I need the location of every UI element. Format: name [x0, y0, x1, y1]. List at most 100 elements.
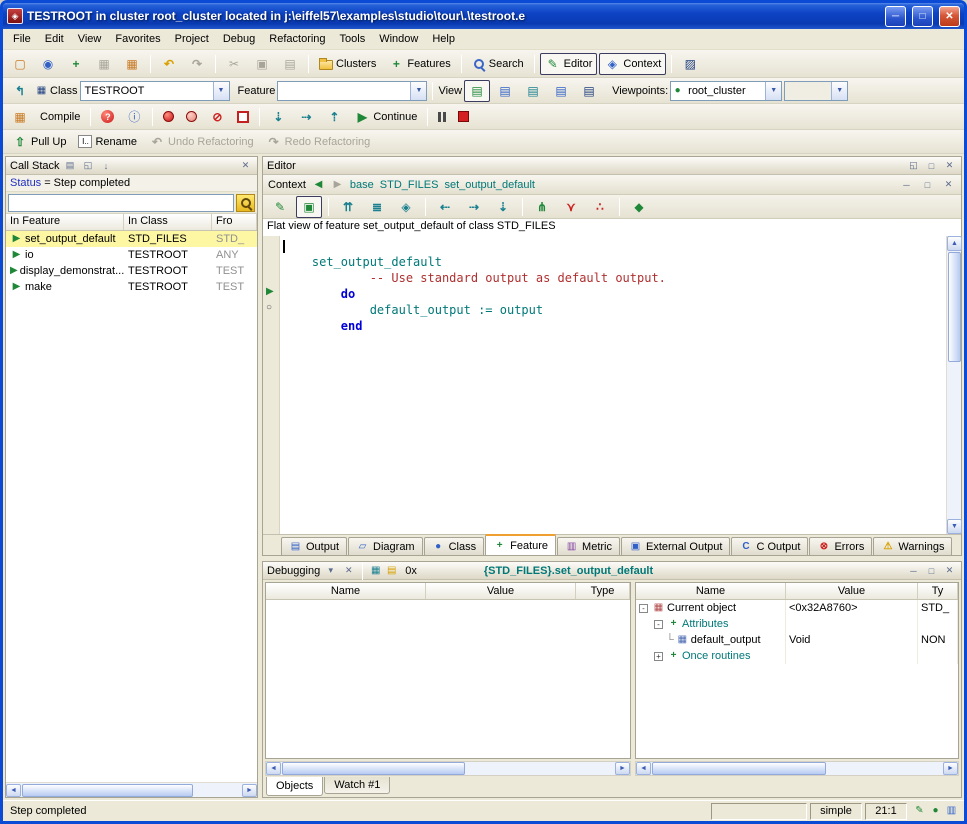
step-into-button[interactable]: ⇣: [265, 106, 291, 128]
tab-watch-1[interactable]: Watch #1: [324, 777, 390, 794]
call-stack-row[interactable]: ▶io TESTROOT ANY: [6, 247, 257, 263]
column-value[interactable]: Value: [426, 583, 576, 599]
menu-refactoring[interactable]: Refactoring: [262, 31, 332, 47]
menu-edit[interactable]: Edit: [38, 31, 71, 47]
object-tree-row[interactable]: └▦default_output Void NON: [636, 632, 958, 648]
context-tool-button[interactable]: ◈Context: [599, 53, 666, 75]
scrollbar-thumb[interactable]: [282, 762, 465, 775]
debug-run-button[interactable]: ?: [96, 106, 119, 128]
scroll-left-icon[interactable]: ◄: [636, 762, 651, 775]
step-out-button[interactable]: ⇡: [321, 106, 347, 128]
object-tree-row[interactable]: -+Attributes: [636, 616, 958, 632]
send-to-new-tool-button[interactable]: ↰: [7, 80, 33, 102]
editor-header[interactable]: Editor ◱ □ ✕: [263, 157, 961, 175]
callees-button[interactable]: ⇢: [461, 196, 487, 218]
close-icon[interactable]: ✕: [942, 564, 957, 578]
vertical-scrollbar[interactable]: ▲ ▼: [946, 236, 961, 534]
menu-window[interactable]: Window: [372, 31, 425, 47]
viewpoint-format-combo[interactable]: ▼: [784, 81, 848, 101]
menu-help[interactable]: Help: [425, 31, 462, 47]
compile-button[interactable]: Compile: [35, 106, 85, 128]
column-from[interactable]: Fro: [212, 214, 257, 230]
flat-view-button[interactable]: ≣: [364, 196, 390, 218]
maximize-icon[interactable]: □: [924, 564, 939, 578]
contract-view-button[interactable]: ◈: [393, 196, 419, 218]
class-combo[interactable]: TESTROOT ▼: [80, 81, 230, 101]
scroll-up-icon[interactable]: ▲: [947, 236, 962, 251]
view-interface-button[interactable]: ▤: [576, 80, 602, 102]
pause-button[interactable]: [433, 106, 451, 128]
menu-tools[interactable]: Tools: [333, 31, 373, 47]
scrollbar-thumb[interactable]: [948, 252, 961, 362]
remove-breakpoints-button[interactable]: ⊘: [204, 106, 230, 128]
implementers-button[interactable]: ⇣: [490, 196, 516, 218]
scrollbar-track[interactable]: [947, 251, 961, 519]
hex-format-button[interactable]: 0x: [401, 563, 421, 578]
editor-gutter[interactable]: ▶ ○: [263, 236, 280, 534]
collapse-expander[interactable]: -: [639, 604, 648, 613]
object-tree-row[interactable]: ++Once routines: [636, 648, 958, 664]
system-info-button[interactable]: ⓘ: [121, 106, 147, 128]
redo-refactoring-button[interactable]: ↷Redo Refactoring: [261, 131, 376, 153]
titlebar[interactable]: ◈ TESTROOT in cluster root_cluster locat…: [3, 3, 964, 29]
view-flat-button[interactable]: ▤: [520, 80, 546, 102]
breadcrumb-class[interactable]: STD_FILES: [380, 179, 439, 191]
maximize-icon[interactable]: □: [924, 159, 939, 173]
ancestor-versions-button[interactable]: ⇈: [335, 196, 361, 218]
menu-view[interactable]: View: [71, 31, 109, 47]
callers-button[interactable]: ⇠: [432, 196, 458, 218]
column-type[interactable]: Ty: [918, 583, 958, 599]
editor-tool-button[interactable]: ✎Editor: [540, 53, 598, 75]
call-stack-row[interactable]: ▶set_output_default STD_FILES STD_: [6, 231, 257, 247]
open-in-new-editor-button[interactable]: ▣: [296, 196, 322, 218]
close-icon[interactable]: ✕: [238, 159, 253, 173]
history-forward-icon[interactable]: ▶: [331, 178, 344, 191]
history-back-icon[interactable]: ◀: [312, 178, 325, 191]
clusters-button[interactable]: Clusters: [314, 53, 381, 75]
redo-button[interactable]: ↷: [184, 53, 210, 75]
memory-usage-icon[interactable]: ▥: [945, 805, 958, 818]
scrollbar-track[interactable]: [281, 762, 615, 775]
call-stack-row[interactable]: ▶display_demonstrat... TESTROOT TEST: [6, 263, 257, 279]
call-stack-filter-input[interactable]: [8, 194, 234, 212]
view-editor-button[interactable]: ▤: [464, 80, 490, 102]
object-tree-row[interactable]: -▦Current object <0x32A8760> STD_: [636, 600, 958, 616]
dropdown-arrow-icon[interactable]: ▼: [410, 82, 426, 100]
undo-button[interactable]: ↶: [156, 53, 182, 75]
save-all-button[interactable]: ▦: [119, 53, 145, 75]
menu-project[interactable]: Project: [168, 31, 216, 47]
scrollbar-thumb[interactable]: [652, 762, 826, 775]
close-icon[interactable]: ✕: [341, 564, 356, 578]
breakpoint-slot-icon[interactable]: ○: [266, 302, 272, 314]
tool-menu-dropdown-icon[interactable]: ▾: [323, 564, 338, 578]
external-tools-button[interactable]: ▨: [677, 53, 703, 75]
grid-display-icon[interactable]: ▦: [369, 564, 382, 577]
ancestors-tree-button[interactable]: ⋔: [529, 196, 555, 218]
view-clickable-button[interactable]: ▤: [492, 80, 518, 102]
cut-button[interactable]: ✂: [221, 53, 247, 75]
close-button[interactable]: ✕: [939, 6, 960, 27]
scroll-left-icon[interactable]: ◄: [6, 784, 21, 797]
tab-external-output[interactable]: ▣External Output: [621, 537, 730, 555]
edit-feature-button[interactable]: ✎: [267, 196, 293, 218]
scroll-right-icon[interactable]: ►: [242, 784, 257, 797]
column-name[interactable]: Name: [266, 583, 426, 599]
dropdown-arrow-icon[interactable]: ▼: [765, 82, 781, 100]
column-in-class[interactable]: In Class: [124, 214, 212, 230]
tab-errors[interactable]: ⊗Errors: [809, 537, 872, 555]
add-button[interactable]: +: [63, 53, 89, 75]
step-over-button[interactable]: ⇢: [293, 106, 319, 128]
menu-favorites[interactable]: Favorites: [108, 31, 167, 47]
call-stack-search-button[interactable]: [236, 194, 255, 212]
scroll-down-icon[interactable]: ▼: [947, 519, 962, 534]
continue-button[interactable]: ▶Continue: [349, 106, 422, 128]
close-icon[interactable]: ✕: [942, 159, 957, 173]
tab-class[interactable]: ●Class: [424, 537, 485, 555]
scrollbar-track[interactable]: [21, 784, 242, 797]
call-stack-header[interactable]: Call Stack ▤ ◱ ↓ ✕: [6, 157, 257, 175]
debugging-header[interactable]: Debugging ▾ ✕ ▦ ▤ 0x {STD_FILES}.set_out…: [263, 562, 961, 580]
go-to-feature-button[interactable]: ◆: [626, 196, 652, 218]
column-in-feature[interactable]: In Feature: [6, 214, 124, 230]
tab-output[interactable]: ▤Output: [281, 537, 347, 555]
melt-button[interactable]: ▦: [7, 106, 33, 128]
